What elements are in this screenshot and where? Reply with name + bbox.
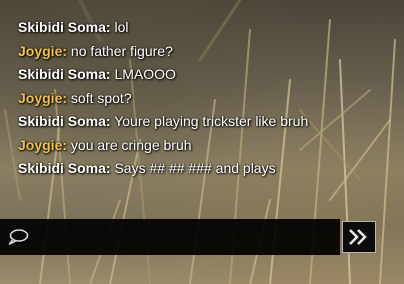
chat-message: Skibidi Soma: Youre playing trickster li…	[18, 110, 318, 134]
chat-message: Skibidi Soma: lol	[18, 16, 318, 40]
chat-message: Joygie: you are cringe bruh	[18, 134, 318, 158]
chat-text: lol	[110, 19, 129, 35]
chat-speaker: Skibidi Soma:	[18, 66, 111, 82]
chat-speaker: Skibidi Soma:	[18, 19, 111, 35]
chat-log: Skibidi Soma: lol Joygie: no father figu…	[18, 16, 318, 181]
chat-text: no father figure?	[67, 42, 173, 59]
chat-speaker: Joygie:	[18, 136, 68, 153]
chat-speaker: Joygie:	[18, 89, 68, 106]
chat-input-bar	[0, 219, 340, 255]
chat-message: Joygie: soft spot?	[18, 87, 318, 111]
chat-text: Youre playing trickster like bruh	[110, 113, 309, 129]
chat-speaker: Skibidi Soma:	[18, 113, 111, 129]
chat-input[interactable]	[34, 225, 336, 251]
chat-text: you are cringe bruh	[67, 136, 192, 153]
chat-message: Skibidi Soma: LMAOOO	[18, 63, 318, 87]
chat-message: Skibidi Soma: Says ## ## ### and plays	[18, 157, 318, 181]
chat-text: Says ## ## ### and plays	[110, 160, 276, 176]
chat-speaker: Skibidi Soma:	[18, 160, 111, 176]
chat-text: LMAOOO	[110, 66, 176, 82]
chat-message: Joygie: no father figure?	[18, 40, 318, 64]
chat-bubble-icon	[7, 228, 29, 246]
double-chevron-right-icon	[349, 229, 367, 245]
chat-speaker: Joygie:	[18, 42, 68, 59]
chat-text: soft spot?	[67, 89, 132, 106]
send-button[interactable]	[342, 221, 376, 253]
